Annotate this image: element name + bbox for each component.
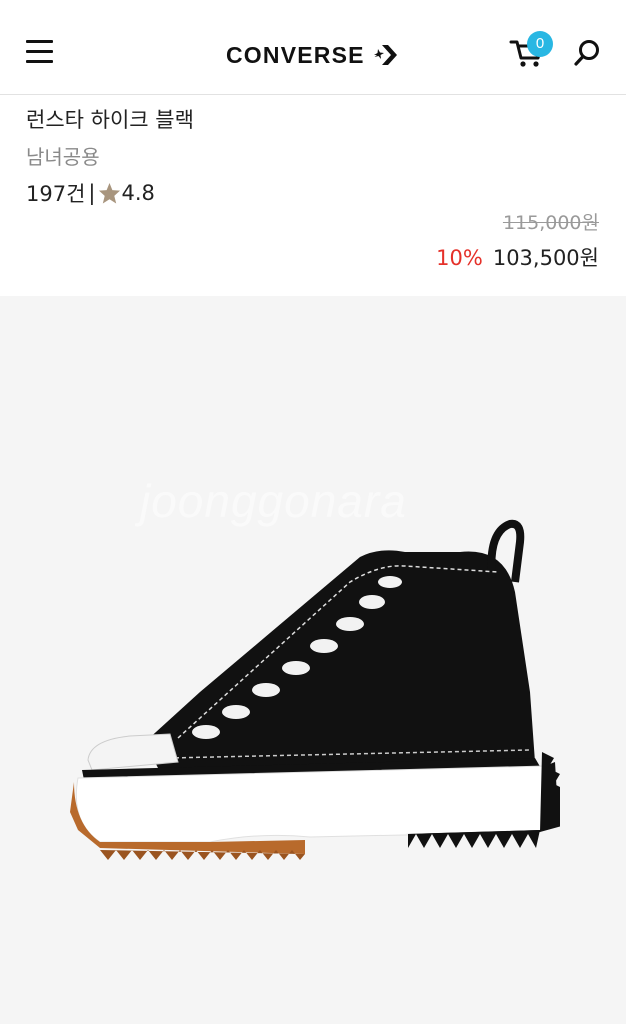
review-count: 197건 — [26, 182, 86, 206]
rating-value: 4.8 — [121, 181, 155, 205]
search-icon — [574, 40, 599, 66]
menu-button[interactable] — [26, 40, 54, 64]
brand-logo[interactable]: CONVERSE — [226, 40, 398, 70]
menu-icon-bar — [26, 60, 53, 63]
cart-count-badge: 0 — [527, 31, 553, 57]
search-button[interactable] — [573, 38, 601, 68]
brand-logo-text: CONVERSE — [226, 41, 365, 68]
converse-star-chevron-icon — [373, 45, 397, 65]
sale-price: 103,500원 — [492, 246, 599, 270]
original-price: 115,000원 — [502, 212, 599, 234]
top-header: CONVERSE 0 — [0, 0, 626, 95]
menu-icon-bar — [26, 50, 53, 53]
product-image[interactable]: joonggonara — [0, 296, 626, 1024]
menu-icon-bar — [26, 40, 53, 43]
rating-separator: | — [88, 181, 96, 205]
product-name: 런스타 하이크 블랙 — [26, 108, 194, 132]
product-info: 런스타 하이크 블랙 남녀공용 197건 | 4.8 115,000원 10% … — [0, 96, 626, 296]
star-icon — [99, 182, 121, 204]
product-gender: 남녀공용 — [26, 145, 100, 169]
rating-row[interactable]: 197건 | 4.8 — [26, 178, 155, 208]
price-row: 10% 103,500원 — [436, 242, 599, 272]
high-top-sneaker-illustration — [70, 519, 560, 860]
discount-rate: 10% — [436, 246, 483, 270]
